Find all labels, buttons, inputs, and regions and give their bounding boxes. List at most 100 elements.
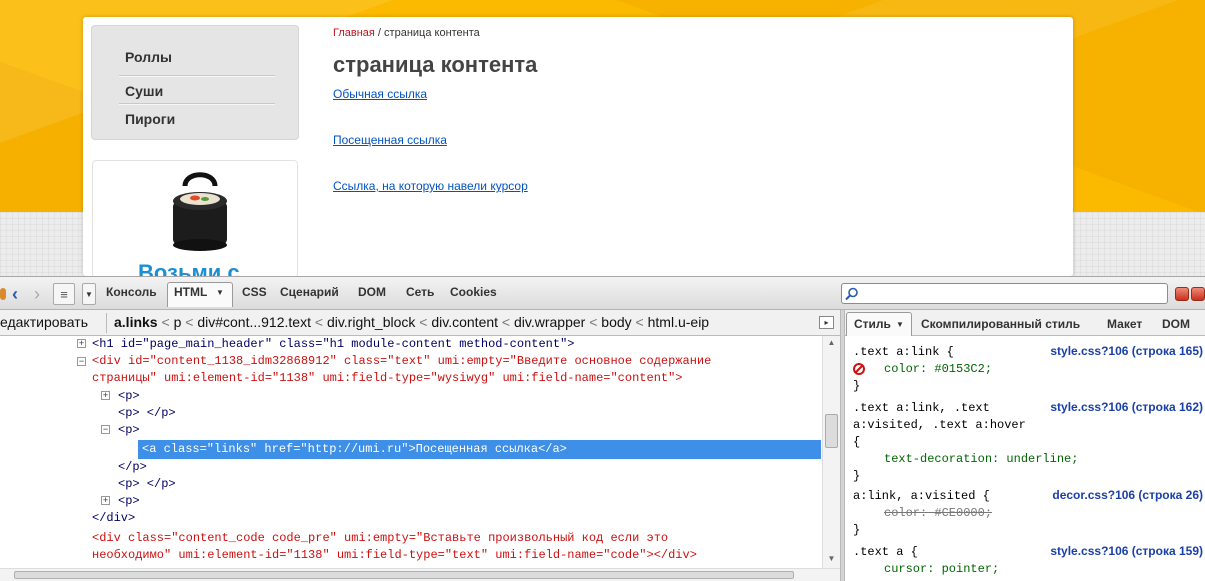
sidebar-menu: Роллы Суши Пироги <box>91 25 299 140</box>
crumb-a-links[interactable]: a.links <box>114 314 158 330</box>
breadcrumb-separator: / <box>374 27 385 39</box>
css-source-link[interactable]: decor.css?106 (строка 26) <box>1052 488 1203 502</box>
collapse-toggle-icon[interactable]: − <box>77 357 86 366</box>
site-page: Роллы Суши Пироги Возьми с Главная / стр… <box>83 17 1073 278</box>
crumb-sep: < <box>181 314 198 330</box>
crumb-div-content[interactable]: div#cont...912.text <box>197 314 311 330</box>
collapse-toggle-icon[interactable]: − <box>101 425 110 434</box>
html-line-p-close[interactable]: </p> <box>118 459 147 476</box>
minimize-icon[interactable] <box>1175 287 1189 301</box>
css-property[interactable]: text-decoration: underline; <box>853 451 1203 468</box>
tab-cookies[interactable]: Cookies <box>450 285 497 299</box>
tab-dom-side[interactable]: DOM <box>1162 317 1190 331</box>
tab-computed-style[interactable]: Скомпилированный стиль <box>921 317 1080 331</box>
hscrollbar-thumb[interactable] <box>14 571 794 579</box>
css-brace: } <box>853 379 861 393</box>
crumb-sep: < <box>157 314 174 330</box>
html-pane-hscrollbar[interactable] <box>0 568 840 581</box>
css-source-link[interactable]: style.css?106 (строка 165) <box>1050 344 1203 358</box>
scroll-up-icon[interactable]: ▲ <box>824 338 839 348</box>
promo-banner[interactable]: Возьми с <box>92 160 298 278</box>
menu-item-sushi[interactable]: Суши <box>125 77 275 105</box>
side-panel-tabs: Стиль ▼ Скомпилированный стиль Макет DOM <box>845 310 1205 336</box>
html-line-h1[interactable]: <h1 id="page_main_header" class="h1 modu… <box>92 336 574 353</box>
devtools-toolbar: ‹ › ≡ ▼ Консоль HTML ▼ CSS Сценарий DOM … <box>0 276 1205 310</box>
css-property-overridden[interactable]: color: #CE0000; <box>853 505 1203 522</box>
breadcrumb-current: страница контента <box>384 27 480 39</box>
content-link-normal[interactable]: Обычная ссылка <box>333 87 427 101</box>
css-rule: .text a:link { color: #0153C2; } style.c… <box>853 344 1203 395</box>
css-selector-cont[interactable]: a:visited, .text a:hover <box>853 417 1203 434</box>
crumb-sep: < <box>631 314 648 330</box>
chevron-down-icon[interactable]: ▼ <box>896 320 904 329</box>
crumb-sep: < <box>415 314 432 330</box>
scroll-down-icon[interactable]: ▼ <box>824 554 839 564</box>
divider <box>106 313 107 333</box>
tab-css[interactable]: CSS <box>242 285 267 299</box>
content-link-hover[interactable]: Ссылка, на которую навели курсор <box>333 179 528 193</box>
expand-toggle-icon[interactable]: + <box>77 339 86 348</box>
back-arrow-icon[interactable]: ‹ <box>8 283 22 305</box>
tab-dom[interactable]: DOM <box>358 285 386 299</box>
menu-divider <box>119 103 275 104</box>
html-line-div-content[interactable]: <div id="content_1138_idm32868912" class… <box>92 353 711 370</box>
html-line-p2[interactable]: <p> </p> <box>118 405 176 422</box>
crumb-html[interactable]: html.u-eip <box>648 314 709 330</box>
tab-html[interactable]: HTML <box>174 285 207 299</box>
expand-toggle-icon[interactable]: + <box>101 496 110 505</box>
breadcrumb-home-link[interactable]: Главная <box>333 27 375 39</box>
css-brace: } <box>853 469 861 483</box>
chevron-down-icon[interactable]: ▼ <box>82 283 96 305</box>
tab-style[interactable]: Стиль <box>854 317 891 331</box>
chevron-down-icon[interactable]: ▼ <box>216 288 224 297</box>
firebug-icon[interactable] <box>0 286 8 302</box>
page-title: страница контента <box>333 52 538 77</box>
html-line-p1[interactable]: <p> <box>118 388 140 405</box>
html-breadcrumb-bar: едактировать a.links < p < div#cont...91… <box>0 310 840 336</box>
tab-layout[interactable]: Макет <box>1107 317 1142 331</box>
html-line-p3[interactable]: <p> <box>118 422 140 439</box>
menu-item-pies[interactable]: Пироги <box>125 105 275 133</box>
crumb-sep: < <box>585 314 602 330</box>
search-icon <box>845 287 858 301</box>
menu-divider <box>119 75 275 76</box>
css-source-link[interactable]: style.css?106 (строка 162) <box>1050 400 1203 414</box>
breadcrumb-trail: a.links < p < div#cont...912.text < div.… <box>114 314 709 330</box>
tab-console[interactable]: Консоль <box>106 285 157 299</box>
search-input[interactable] <box>841 283 1168 304</box>
html-line-div-code-cont[interactable]: необходимо" umi:element-id="1138" umi:fi… <box>92 547 697 564</box>
css-property[interactable]: cursor: pointer; <box>853 561 1203 578</box>
tab-script[interactable]: Сценарий <box>280 285 339 299</box>
crumb-div-right-block[interactable]: div.right_block <box>327 314 415 330</box>
html-line-div-content-cont[interactable]: страницы" umi:element-id="1138" umi:fiel… <box>92 370 683 387</box>
css-property[interactable]: color: #0153C2; <box>853 361 1203 378</box>
scrollbar-thumb[interactable] <box>825 414 838 448</box>
crumb-div-wrapper[interactable]: div.wrapper <box>514 314 585 330</box>
forward-arrow-icon[interactable]: › <box>30 283 44 305</box>
menu-item-rolls[interactable]: Роллы <box>125 43 275 71</box>
menu-list-icon[interactable]: ≡ <box>53 283 75 305</box>
expand-icon[interactable]: ▸ <box>819 316 834 329</box>
crumb-body[interactable]: body <box>601 314 631 330</box>
disabled-icon[interactable] <box>853 363 865 375</box>
css-rule: .text a { cursor: pointer; style.css?106… <box>853 544 1203 578</box>
expand-toggle-icon[interactable]: + <box>101 391 110 400</box>
tab-net[interactable]: Сеть <box>406 285 434 299</box>
crumb-div-content2[interactable]: div.content <box>431 314 498 330</box>
css-rule: .text a:link, .text a:visited, .text a:h… <box>853 400 1203 485</box>
edit-button[interactable]: едактировать <box>0 314 88 330</box>
html-line-p4[interactable]: <p> </p> <box>118 476 176 493</box>
css-rule: a:link, a:visited { color: #CE0000; } de… <box>853 488 1203 539</box>
crumb-sep: < <box>310 314 327 330</box>
html-line-div-close[interactable]: </div> <box>92 510 135 527</box>
content-link-visited[interactable]: Посещенная ссылка <box>333 133 447 147</box>
cooler-bag-image <box>173 172 227 251</box>
html-tree-pane: + <h1 id="page_main_header" class="h1 mo… <box>0 336 822 568</box>
crumb-sep: < <box>498 314 514 330</box>
close-icon[interactable] <box>1191 287 1205 301</box>
html-line-p5[interactable]: <p> <box>118 493 140 510</box>
html-line-div-code[interactable]: <div class="content_code code_pre" umi:e… <box>92 530 668 547</box>
css-source-link[interactable]: style.css?106 (строка 159) <box>1050 544 1203 558</box>
html-line-selected-a[interactable]: <a class="links" href="http://umi.ru">По… <box>138 440 821 459</box>
html-pane-scrollbar[interactable]: ▲ ▼ <box>822 336 840 568</box>
